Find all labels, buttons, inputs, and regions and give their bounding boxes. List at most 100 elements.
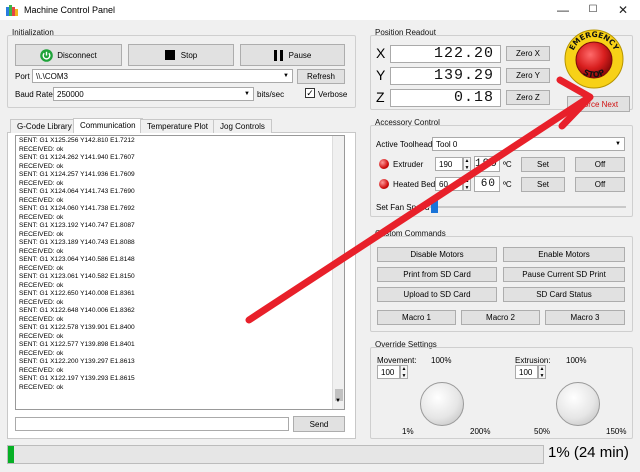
toolhead-select[interactable]: Tool 0 ▼ <box>432 137 625 151</box>
zero-x-button[interactable]: Zero X <box>506 46 550 61</box>
axis-y-label: Y <box>376 67 386 83</box>
fan-speed-slider[interactable] <box>431 200 438 213</box>
command-input[interactable] <box>15 417 289 431</box>
sd-card-status-button[interactable]: SD Card Status <box>503 287 625 302</box>
emergency-stop-button[interactable]: EMERGENCY STOP <box>564 28 624 90</box>
macro-2-button[interactable]: Macro 2 <box>461 310 540 325</box>
fan-speed-track <box>428 206 626 208</box>
extrusion-min-label: 50% <box>534 427 551 436</box>
log-line: SENT: G1 X123.189 Y140.743 E1.8088 <box>19 239 135 246</box>
extrusion-max-label: 150% <box>606 427 627 436</box>
print-from-sd-button[interactable]: Print from SD Card <box>377 267 497 282</box>
baud-rate-label: Baud Rate <box>15 90 53 99</box>
force-next-button[interactable]: Force Next <box>567 96 630 112</box>
verbose-checkbox[interactable]: ✓ <box>305 88 315 98</box>
extruder-unit: ºC <box>503 160 512 169</box>
movement-dial[interactable] <box>420 382 464 426</box>
zero-z-button[interactable]: Zero Z <box>506 90 550 105</box>
tab-jog-controls[interactable]: Jog Controls <box>213 119 272 133</box>
extrusion-dial[interactable] <box>556 382 600 426</box>
baud-rate-select[interactable]: 250000 ▼ <box>53 87 254 101</box>
enable-motors-button[interactable]: Enable Motors <box>503 247 625 262</box>
heated-bed-label: Heated Bed <box>393 180 436 189</box>
disconnect-button[interactable]: Disconnect <box>15 44 122 66</box>
movement-spinner[interactable]: ▲ ▼ <box>400 365 408 379</box>
stop-icon <box>164 50 175 60</box>
movement-percent: 100% <box>431 356 452 365</box>
progress-bar <box>7 445 544 464</box>
log-line: RECEIVED: ok <box>19 315 64 323</box>
progress-text: 1% (24 min) <box>548 444 629 461</box>
extruder-setpoint[interactable]: 190 <box>435 157 463 171</box>
power-icon <box>40 48 54 62</box>
log-line: SENT: G1 X122.197 Y139.293 E1.8615 <box>19 375 135 382</box>
upload-to-sd-button[interactable]: Upload to SD Card <box>377 287 497 302</box>
log-line: SENT: G1 X122.648 Y140.006 E1.8362 <box>19 307 135 314</box>
log-line: RECEIVED: ok <box>19 349 64 357</box>
axis-x-readout: 122.20 <box>390 45 501 63</box>
heated-bed-status-led <box>379 179 389 189</box>
minimize-button[interactable]: — <box>548 0 578 20</box>
tab-communication[interactable]: Communication <box>73 118 143 133</box>
axis-x-label: X <box>376 45 386 61</box>
heated-bed-spinner[interactable]: ▲ ▼ <box>463 177 471 191</box>
extruder-status-led <box>379 159 389 169</box>
pause-button[interactable]: Pause <box>240 44 345 66</box>
pause-sd-print-button[interactable]: Pause Current SD Print <box>503 267 625 282</box>
zero-y-button[interactable]: Zero Y <box>506 68 550 83</box>
pause-label: Pause <box>288 50 312 60</box>
stop-button[interactable]: Stop <box>128 44 234 66</box>
refresh-button[interactable]: Refresh <box>297 69 345 84</box>
extrusion-percent: 100% <box>566 356 587 365</box>
maximize-button[interactable]: ☐ <box>578 0 608 20</box>
extruder-off-button[interactable]: Off <box>575 157 625 172</box>
heated-bed-setpoint[interactable]: 60 <box>435 177 463 191</box>
log-line: SENT: G1 X122.577 Y139.898 E1.8401 <box>19 341 135 348</box>
disable-motors-button[interactable]: Disable Motors <box>377 247 497 262</box>
pause-icon-bar <box>279 49 283 61</box>
baud-unit-label: bits/sec <box>257 90 285 99</box>
movement-value[interactable]: 100 <box>377 365 400 379</box>
disconnect-label: Disconnect <box>57 50 97 60</box>
send-button[interactable]: Send <box>293 416 345 432</box>
axis-y-readout: 139.29 <box>390 67 501 85</box>
log-line: RECEIVED: ok <box>19 179 64 187</box>
extrusion-spinner[interactable]: ▲ ▼ <box>538 365 546 379</box>
chevron-down-icon: ▼ <box>244 91 250 97</box>
log-line: RECEIVED: ok <box>19 162 64 170</box>
heated-bed-off-button[interactable]: Off <box>575 177 625 192</box>
axis-z-readout: 0.18 <box>390 89 501 107</box>
movement-max-label: 200% <box>470 427 491 436</box>
log-line: RECEIVED: ok <box>19 281 64 289</box>
heated-bed-set-button[interactable]: Set <box>521 177 565 192</box>
log-line: RECEIVED: ok <box>19 196 64 204</box>
heated-bed-unit: ºC <box>503 180 512 189</box>
close-button[interactable]: ✕ <box>608 0 638 20</box>
log-line: SENT: G1 X122.578 Y139.901 E1.8400 <box>19 324 135 331</box>
log-line: SENT: G1 X122.650 Y140.008 E1.8361 <box>19 290 135 297</box>
tab-gcode-library[interactable]: G-Code Library <box>10 119 79 133</box>
scroll-down-icon[interactable]: ▼ <box>335 398 341 404</box>
chevron-down-icon: ▼ <box>283 73 289 79</box>
macro-1-button[interactable]: Macro 1 <box>377 310 456 325</box>
log-line: RECEIVED: ok <box>19 230 64 238</box>
log-line: RECEIVED: ok <box>19 145 64 153</box>
baud-rate-value: 250000 <box>57 89 84 99</box>
log-line: RECEIVED: ok <box>19 332 64 340</box>
extruder-spinner[interactable]: ▲ ▼ <box>463 157 471 171</box>
log-scrollbar[interactable]: ▼ <box>332 136 344 409</box>
log-line: RECEIVED: ok <box>19 366 64 374</box>
communication-log[interactable]: SENT: G1 X125.256 Y142.810 E1.7212 RECEIV… <box>15 135 345 410</box>
log-line: SENT: G1 X124.060 Y141.738 E1.7692 <box>19 205 135 212</box>
log-line: SENT: G1 X124.262 Y141.940 E1.7607 <box>19 154 135 161</box>
extrusion-value[interactable]: 100 <box>515 365 538 379</box>
macro-3-button[interactable]: Macro 3 <box>545 310 625 325</box>
extruder-set-button[interactable]: Set <box>521 157 565 172</box>
toolhead-value: Tool 0 <box>436 139 458 149</box>
app-icon <box>6 5 18 16</box>
window-title: Machine Control Panel <box>24 5 116 15</box>
stop-label: Stop <box>180 50 198 60</box>
log-line: RECEIVED: ok <box>19 213 64 221</box>
port-select[interactable]: \\.\COM3 ▼ <box>32 69 293 83</box>
tab-temperature-plot[interactable]: Temperature Plot <box>140 119 215 133</box>
